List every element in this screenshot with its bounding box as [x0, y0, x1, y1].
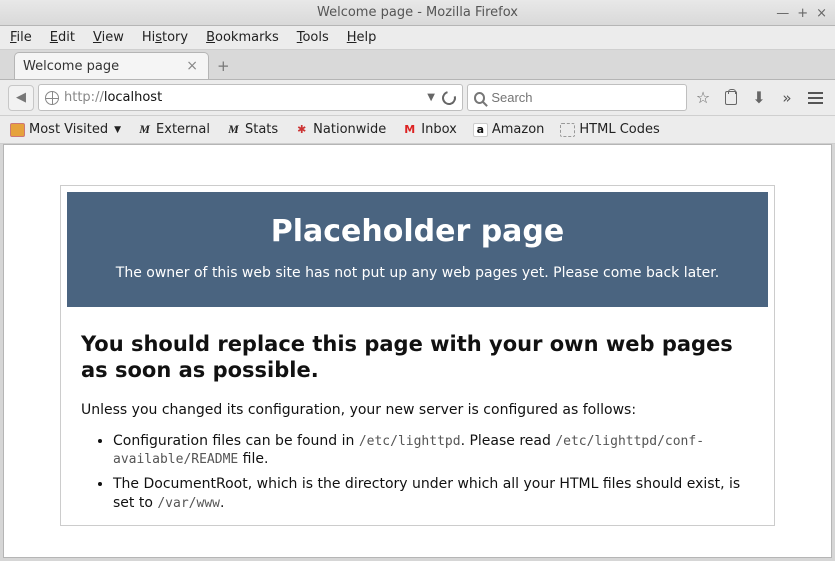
page-card: Placeholder page The owner of this web s…	[60, 185, 775, 526]
hamburger-menu-icon[interactable]	[803, 86, 827, 110]
menu-help[interactable]: Help	[347, 30, 377, 45]
page-intro: Unless you changed its configuration, yo…	[81, 402, 754, 418]
new-tab-button[interactable]: +	[217, 52, 230, 79]
bookmark-external[interactable]: MExternal	[137, 122, 210, 137]
page-body: You should replace this page with your o…	[67, 307, 768, 513]
bookmark-most-visited[interactable]: Most Visited▼	[10, 122, 121, 137]
url-right-controls: ▼	[427, 91, 456, 105]
tab-bar: Welcome page × +	[0, 50, 835, 80]
nationwide-icon: ✱	[294, 123, 309, 137]
menu-file[interactable]: File	[10, 30, 32, 45]
menubar: File Edit View History Bookmarks Tools H…	[0, 26, 835, 50]
downloads-icon[interactable]: ⬇	[747, 86, 771, 110]
gmail-icon: M	[402, 123, 417, 137]
tab-label: Welcome page	[23, 59, 119, 74]
amazon-icon: a	[473, 123, 488, 137]
reload-icon[interactable]	[439, 88, 458, 107]
search-icon	[474, 92, 485, 104]
page-banner: Placeholder page The owner of this web s…	[67, 192, 768, 307]
bookmark-amazon[interactable]: aAmazon	[473, 122, 545, 137]
bookmark-star-icon[interactable]: ☆	[691, 86, 715, 110]
banner-title: Placeholder page	[85, 214, 750, 249]
bookmark-html-codes[interactable]: HTML Codes	[560, 122, 659, 137]
bookmark-inbox[interactable]: MInbox	[402, 122, 457, 137]
m-icon: M	[137, 123, 152, 137]
menu-bookmarks[interactable]: Bookmarks	[206, 30, 279, 45]
list-item: The DocumentRoot, which is the directory…	[113, 475, 754, 513]
m-icon: M	[226, 123, 241, 137]
menu-view[interactable]: View	[93, 30, 124, 45]
close-button[interactable]: ×	[816, 6, 827, 21]
window-title: Welcome page - Mozilla Firefox	[317, 5, 518, 20]
menu-edit[interactable]: Edit	[50, 30, 75, 45]
globe-icon	[45, 91, 59, 105]
config-list: Configuration files can be found in /etc…	[81, 432, 754, 514]
tab-close-icon[interactable]: ×	[184, 58, 200, 74]
minimize-button[interactable]: —	[776, 6, 789, 21]
menu-tools[interactable]: Tools	[297, 30, 329, 45]
search-box[interactable]	[467, 84, 687, 111]
maximize-button[interactable]: +	[797, 6, 808, 21]
banner-subtitle: The owner of this web site has not put u…	[85, 265, 750, 281]
dropdown-icon[interactable]: ▼	[427, 92, 435, 103]
bookmarks-toolbar: Most Visited▼ MExternal MStats ✱Nationwi…	[0, 116, 835, 144]
page-icon	[560, 123, 575, 137]
nav-toolbar: ◀ http://localhost ▼ ☆ ⬇ »	[0, 80, 835, 116]
url-bar[interactable]: http://localhost ▼	[38, 84, 463, 111]
overflow-icon[interactable]: »	[775, 86, 799, 110]
window-controls: — + ×	[776, 0, 827, 26]
page-content: Placeholder page The owner of this web s…	[3, 144, 832, 558]
sidebar-toggle-icon[interactable]	[719, 86, 743, 110]
tab-welcome-page[interactable]: Welcome page ×	[14, 52, 209, 79]
search-input[interactable]	[491, 90, 680, 105]
bookmark-stats[interactable]: MStats	[226, 122, 278, 137]
url-text: http://localhost	[64, 90, 162, 105]
list-item: Configuration files can be found in /etc…	[113, 432, 754, 470]
window-titlebar: Welcome page - Mozilla Firefox — + ×	[0, 0, 835, 26]
back-button[interactable]: ◀	[8, 85, 34, 111]
page-h2: You should replace this page with your o…	[81, 331, 754, 384]
bookmark-nationwide[interactable]: ✱Nationwide	[294, 122, 386, 137]
menu-history[interactable]: History	[142, 30, 188, 45]
folder-icon	[10, 123, 25, 137]
